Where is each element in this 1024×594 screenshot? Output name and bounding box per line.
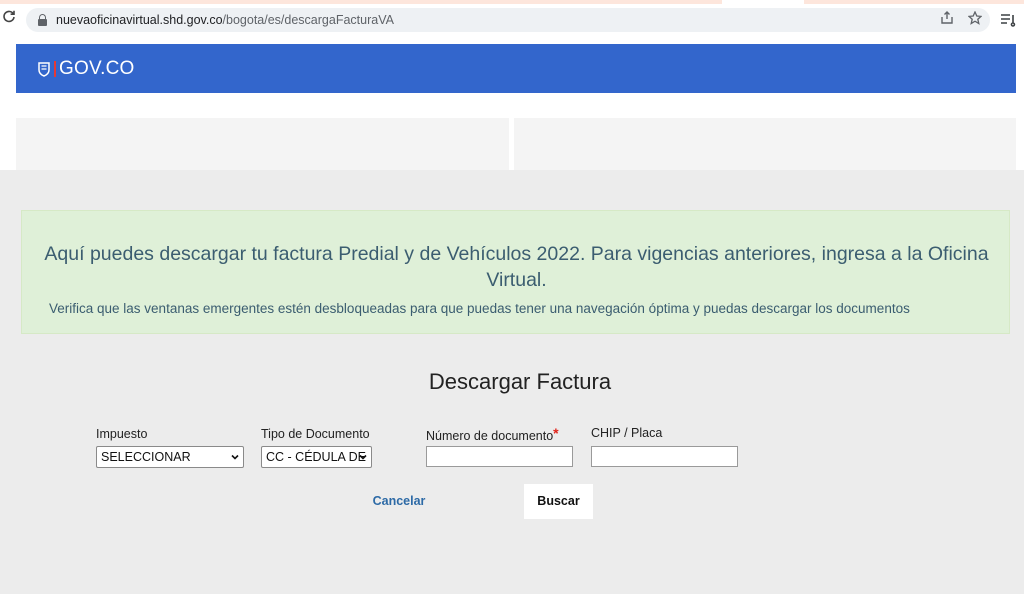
alert-note: Verifica que las ventanas emergentes est… xyxy=(49,301,910,316)
impuesto-selected-value: SELECCIONAR xyxy=(101,450,191,464)
lock-icon[interactable] xyxy=(38,14,47,26)
gov-header-bar: GOV.CO xyxy=(16,44,1016,93)
chip-placa-input[interactable] xyxy=(591,446,738,467)
gov-logo[interactable]: GOV.CO xyxy=(38,59,134,79)
cancel-button[interactable]: Cancelar xyxy=(359,484,439,518)
chip-placa-label: CHIP / Placa xyxy=(591,426,663,440)
gov-logo-text: GOV.CO xyxy=(59,58,135,79)
tipo-documento-select[interactable]: CC - CÉDULA DE xyxy=(261,446,372,468)
search-button[interactable]: Buscar xyxy=(524,484,593,519)
main-content: Aquí puedes descargar tu factura Predial… xyxy=(0,170,1024,594)
url-domain: nuevaoficinavirtual.shd.gov.co xyxy=(56,13,223,27)
chevron-down-icon xyxy=(231,454,239,460)
tipo-documento-selected-value: CC - CÉDULA DE xyxy=(266,450,367,464)
top-section xyxy=(0,94,1024,170)
coat-of-arms-icon xyxy=(38,62,50,77)
share-icon[interactable] xyxy=(938,11,956,29)
url-text[interactable]: nuevaoficinavirtual.shd.gov.co/bogota/es… xyxy=(56,13,394,27)
impuesto-select[interactable]: SELECCIONAR xyxy=(96,446,244,468)
star-icon[interactable] xyxy=(966,10,984,29)
reload-icon[interactable] xyxy=(2,10,18,26)
form-title: Descargar Factura xyxy=(428,369,612,394)
reading-list-icon[interactable] xyxy=(1000,13,1016,27)
tipo-documento-label: Tipo de Documento xyxy=(261,427,370,441)
url-path: /bogota/es/descargaFacturaVA xyxy=(222,13,394,27)
impuesto-label: Impuesto xyxy=(96,427,148,441)
panel-left xyxy=(16,118,509,170)
panel-right xyxy=(514,118,1016,170)
numero-documento-label-text: Número de documento xyxy=(426,429,554,443)
alert-title: Aquí puedes descargar tu factura Predial… xyxy=(44,243,989,291)
numero-documento-input[interactable] xyxy=(426,446,573,467)
info-alert: Aquí puedes descargar tu factura Predial… xyxy=(21,210,1010,334)
logo-separator xyxy=(54,61,56,77)
required-marker: * xyxy=(553,425,559,441)
browser-toolbar: nuevaoficinavirtual.shd.gov.co/bogota/es… xyxy=(0,4,1024,36)
address-bar[interactable]: nuevaoficinavirtual.shd.gov.co/bogota/es… xyxy=(26,8,990,32)
numero-documento-label: Número de documento* xyxy=(426,425,559,443)
chevron-down-icon xyxy=(359,454,367,460)
